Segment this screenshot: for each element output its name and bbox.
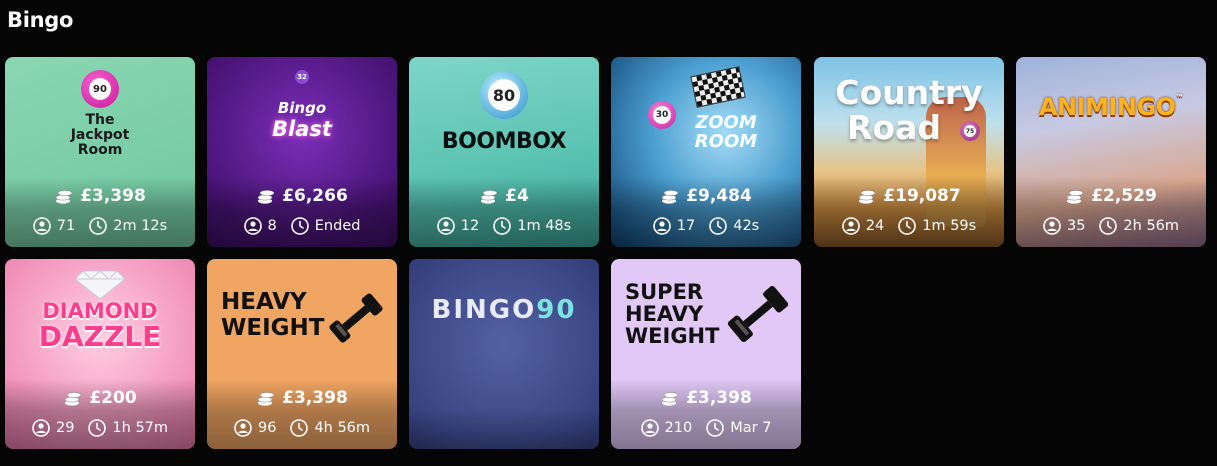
dumbbell-icon: [325, 293, 387, 343]
user-icon: [436, 217, 455, 235]
user-icon: [1043, 217, 1061, 235]
player-count: 24: [841, 217, 884, 235]
time-remaining: 42s: [709, 217, 759, 235]
jackpot-amount: £3,398: [611, 388, 801, 408]
player-count: 96: [234, 419, 276, 437]
player-count: 8: [243, 217, 277, 235]
user-icon: [234, 419, 252, 437]
coins-icon: [63, 389, 83, 407]
coins-icon: [256, 187, 276, 205]
tile-logo: BINGO90: [431, 295, 577, 325]
diamond-icon: [74, 269, 126, 300]
time-remaining: 1m 48s: [493, 217, 571, 235]
game-tile-zoom-room[interactable]: 30 ZOOM ROOM £9,484 17 42s: [611, 57, 801, 247]
jackpot-amount: £2,529: [1016, 186, 1206, 206]
coins-icon: [660, 187, 680, 205]
player-count: 71: [32, 217, 75, 235]
coins-icon: [1065, 187, 1085, 205]
tile-logo: HEAVY WEIGHT: [221, 289, 325, 341]
game-tile-heavy-weight[interactable]: HEAVY WEIGHT £3,398 96 4h 56m: [207, 259, 397, 449]
tile-logo: ANIMINGO™: [1038, 93, 1184, 121]
player-count: 210: [640, 419, 692, 437]
clock-icon: [1099, 217, 1118, 235]
time-remaining: 2h 56m: [1099, 217, 1179, 235]
user-icon: [652, 217, 671, 235]
game-tile-bingo-blast[interactable]: 32 Bingo Blast £6,266 8 Ended: [207, 57, 397, 247]
user-icon: [243, 217, 262, 235]
clock-icon: [898, 217, 917, 235]
clock-icon: [706, 419, 725, 437]
time-remaining: Ended: [290, 217, 360, 235]
jackpot-amount: £6,266: [207, 186, 397, 206]
tile-logo: SUPER HEAVY WEIGHT: [625, 280, 720, 348]
tile-logo: BOOMBOX: [441, 129, 567, 154]
coins-icon: [857, 187, 877, 205]
user-icon: [841, 217, 860, 235]
clock-icon: [290, 419, 309, 437]
clock-icon: [493, 217, 512, 235]
jackpot-amount: £4: [409, 186, 599, 206]
tile-logo: DIAMOND DAZZLE: [38, 299, 162, 353]
bingo-ball-icon: 90: [81, 70, 119, 108]
coins-icon: [479, 187, 499, 205]
section-title: Bingo: [7, 8, 74, 32]
clock-icon: [290, 217, 309, 235]
bingo-ball-icon: 32: [295, 70, 309, 84]
bingo-ball-icon: 80: [480, 71, 528, 119]
jackpot-amount: £19,087: [814, 186, 1004, 206]
game-tile-animingo[interactable]: ANIMINGO™ £2,529 35 2h 56m: [1016, 57, 1206, 247]
dumbbell-icon: [725, 285, 791, 343]
coins-icon: [54, 187, 74, 205]
user-icon: [32, 217, 51, 235]
tile-logo: ZOOM ROOM: [694, 112, 758, 152]
game-tile-diamond-dazzle[interactable]: DIAMOND DAZZLE £200 29 1h 57m: [5, 259, 195, 449]
coins-icon: [256, 389, 276, 407]
time-remaining: Mar 7: [706, 419, 771, 437]
user-icon: [32, 419, 50, 437]
game-tile-boombox[interactable]: 80 BOOMBOX £4 12 1m 48s: [409, 57, 599, 247]
clock-icon: [89, 217, 108, 235]
time-remaining: 1m 59s: [898, 217, 976, 235]
clock-icon: [88, 419, 107, 437]
bingo-ball-icon: 75: [960, 121, 980, 141]
jackpot-amount: £3,398: [5, 186, 195, 206]
time-remaining: 4h 56m: [290, 419, 370, 437]
player-count: 12: [436, 217, 479, 235]
game-tile-super-heavy-weight[interactable]: SUPER HEAVY WEIGHT £3,398 210 Mar 7: [611, 259, 801, 449]
coins-icon: [660, 389, 680, 407]
tile-logo: The Jackpot Room: [70, 112, 130, 158]
jackpot-amount: £9,484: [611, 186, 801, 206]
user-icon: [640, 419, 659, 437]
tile-logo: Bingo Blast: [272, 99, 332, 141]
game-tile-country-road[interactable]: Country Road 75 £19,087 24 1m 59s: [814, 57, 1004, 247]
game-tile-jackpot-room[interactable]: 90 The Jackpot Room £3,398 71 2m 12s: [5, 57, 195, 247]
player-count: 17: [652, 217, 695, 235]
jackpot-amount: £3,398: [207, 388, 397, 408]
player-count: 35: [1043, 217, 1085, 235]
game-tile-bingo-90[interactable]: BINGO90: [409, 259, 599, 449]
jackpot-amount: £200: [5, 388, 195, 408]
time-remaining: 1h 57m: [88, 419, 168, 437]
time-remaining: 2m 12s: [89, 217, 167, 235]
player-count: 29: [32, 419, 74, 437]
clock-icon: [709, 217, 728, 235]
